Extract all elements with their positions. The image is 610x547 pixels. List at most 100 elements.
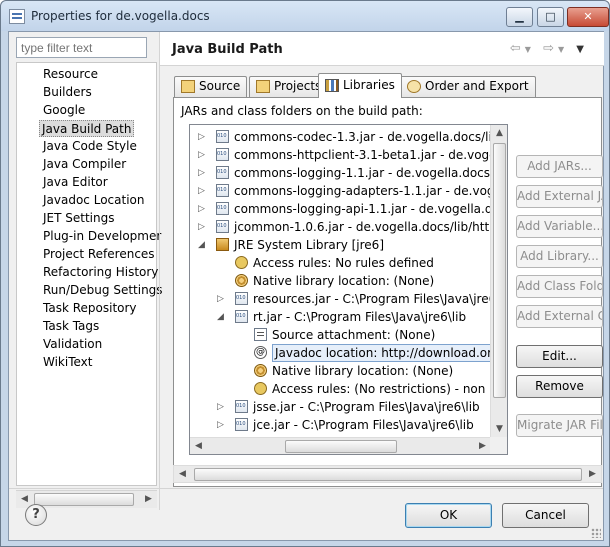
forward-arrow-icon[interactable]: ⇨ [543,41,558,56]
add-jars-button[interactable]: Add JARs... [516,155,603,178]
scroll-right-arrow-icon[interactable]: ▶ [474,438,491,454]
source-attachment-icon [254,328,267,341]
nav-item[interactable]: Run/Debug Settings [41,282,165,299]
tree-row-label: commons-logging-1.1.jar - de.vogella.doc… [234,166,508,180]
expand-arrow-icon[interactable]: ▷ [217,398,227,416]
tree-row-label: JRE System Library [jre6] [234,238,384,252]
scroll-up-arrow-icon[interactable]: ▲ [491,125,507,142]
tab-source[interactable]: Source [174,76,248,97]
minimize-button[interactable]: ▁ [506,7,533,27]
pane-divider[interactable] [159,32,160,510]
nav-item[interactable]: Plug-in Developmer [41,228,163,245]
add-external-jars-button[interactable]: Add External JARs... [516,185,603,208]
tree-row-label: Source attachment: (None) [272,328,436,342]
scroll-down-arrow-icon[interactable]: ▼ [491,421,507,438]
maximize-button[interactable]: □ [537,7,564,27]
scroll-left-arrow-icon[interactable]: ◀ [174,466,191,483]
page-horizontal-scrollbar[interactable]: ◀ ▶ [173,465,602,483]
add-class-folder-button[interactable]: Add Class Folder... [516,275,603,298]
expand-arrow-icon[interactable]: ▷ [198,200,208,218]
projects-icon [256,80,270,93]
nav-item[interactable]: Java Compiler [41,156,128,173]
nav-item[interactable]: JET Settings [41,210,116,227]
tree-row-label: Access rules: (No restrictions) - non mo… [272,382,508,396]
tree-row-label: jce.jar - C:\Program Files\Java\jre6\lib [253,418,474,432]
back-arrow-icon[interactable]: ⇦ [510,41,525,56]
scroll-left-arrow-icon[interactable]: ◀ [190,438,207,454]
nav-item[interactable]: Task Tags [41,318,101,335]
filter-input[interactable] [16,37,147,58]
property-page-tree: Resource Builders Google Java Build Path Jav… [16,62,163,486]
tree-row-label: commons-logging-api-1.1.jar - de.vogella… [234,202,508,216]
add-variable-button[interactable]: Add Variable... [516,215,603,238]
jre-library-icon [216,238,229,251]
tree-row-label: commons-codec-1.3.jar - de.vogella.docs/… [234,130,508,144]
nav-item[interactable]: Builders [41,84,94,101]
forward-dropdown-icon[interactable]: ▼ [558,45,568,54]
scroll-right-arrow-icon[interactable]: ▶ [584,466,601,483]
scroll-right-arrow-icon[interactable]: ▶ [140,491,157,508]
jar-icon [216,148,229,161]
collapse-arrow-icon[interactable]: ◢ [198,236,208,254]
jar-icon [235,418,248,431]
expand-arrow-icon[interactable]: ▷ [217,416,227,434]
nav-item[interactable]: Project References [41,246,157,263]
nav-item[interactable]: Google [41,102,87,119]
nav-item[interactable]: Task Repository [41,300,139,317]
expand-arrow-icon[interactable]: ▷ [198,164,208,182]
tree-horizontal-scrollbar[interactable]: ◀ ▶ [190,437,491,454]
expand-arrow-icon[interactable]: ▷ [198,182,208,200]
help-icon[interactable]: ? [25,504,47,526]
migrate-jar-button[interactable]: Migrate JAR File... [516,414,603,437]
remove-button[interactable]: Remove [516,375,603,398]
properties-window-icon [9,9,25,24]
expand-arrow-icon[interactable]: ▷ [198,218,208,236]
expand-arrow-icon[interactable]: ▷ [198,128,208,146]
nav-item[interactable]: Java Build Path [39,120,135,137]
scroll-thumb[interactable] [194,468,582,481]
nav-item[interactable]: Java Editor [41,174,110,191]
libraries-tree[interactable]: ▷ jce.jar - C:\Program Files\Java\jre6\li… [189,124,508,455]
tree-row-label: Access rules: No rules defined [253,256,434,270]
resize-grip-icon[interactable] [591,528,601,538]
collapse-arrow-icon[interactable]: ◢ [217,308,227,326]
scroll-thumb[interactable] [285,440,397,453]
nav-item[interactable]: Refactoring History [41,264,160,281]
cancel-button[interactable]: Cancel [502,503,589,528]
page-header: Java Build Path ⇦▼ ⇨▼ ▼ [160,32,604,66]
tab-libraries[interactable]: Libraries [318,73,402,98]
scroll-thumb[interactable] [493,143,506,398]
add-external-class-folder-button[interactable]: Add External Class Folder... [516,305,603,328]
tree-vertical-scrollbar[interactable]: ▲ ▼ [490,125,507,438]
tab-projects[interactable]: Projects [249,76,329,97]
nav-item[interactable]: WikiText [41,354,95,371]
order-export-icon [407,80,421,93]
tab-order-and-export[interactable]: Order and Export [400,76,536,97]
expand-arrow-icon[interactable]: ▷ [198,146,208,164]
javadoc-icon: @ [254,346,267,359]
libraries-icon [325,79,339,92]
jar-icon [216,202,229,215]
view-menu-icon[interactable]: ▼ [576,44,588,55]
page-navigation: ⇦▼ ⇨▼ ▼ [510,41,588,56]
tree-row-label: commons-httpclient-3.1-beta1.jar - de.vo… [234,148,508,162]
jar-icon [235,292,248,305]
scroll-thumb[interactable] [34,493,134,506]
add-library-button[interactable]: Add Library... [516,245,603,268]
tab-label: Projects [274,79,322,93]
nav-item[interactable]: Java Code Style [41,138,139,155]
ok-button[interactable]: OK [405,503,492,528]
tab-label: Libraries [343,78,395,92]
close-button[interactable]: ✕ [567,7,609,27]
nav-item[interactable]: Validation [41,336,104,353]
properties-dialog: Properties for de.vogella.docs ▁ □ ✕ Res… [0,0,610,547]
nav-item[interactable]: Javadoc Location [41,192,146,209]
libraries-label: JARs and class folders on the build path… [181,104,423,118]
tab-label: Source [199,79,241,93]
title-bar[interactable]: Properties for de.vogella.docs ▁ □ ✕ [1,1,609,31]
nav-item[interactable]: Resource [41,66,100,83]
edit-button[interactable]: Edit... [516,345,603,368]
expand-arrow-icon[interactable]: ▷ [217,290,227,308]
back-dropdown-icon[interactable]: ▼ [525,45,535,54]
tree-row-label: Native library location: (None) [253,274,435,288]
